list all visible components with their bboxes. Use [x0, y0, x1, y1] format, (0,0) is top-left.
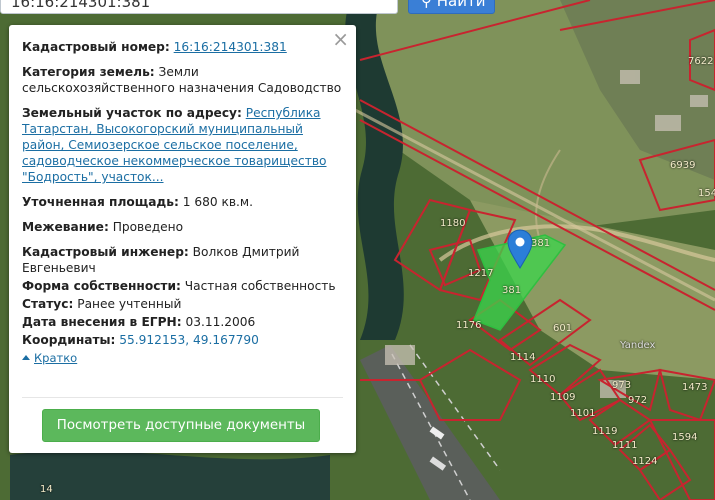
- area-label: Уточненная площадь:: [22, 195, 179, 209]
- parcel-label: 973: [612, 380, 632, 391]
- place-label: Yandex: [620, 340, 656, 351]
- engineer-label: Кадастровый инженер:: [22, 245, 189, 259]
- egrn-date-row: Дата внесения в ЕГРН: 03.11.2006: [22, 314, 342, 330]
- caret-up-icon: [22, 355, 30, 360]
- parcel-label: 1594: [672, 432, 698, 443]
- parcel-label: 1473: [682, 382, 708, 393]
- parcel-label: 7622: [688, 56, 714, 67]
- parcel-label: 6939: [670, 160, 696, 171]
- parcel-label: 1101: [570, 408, 596, 419]
- cadastral-number-row: Кадастровый номер: 16:16:214301:381: [22, 39, 342, 55]
- engineer-row: Кадастровый инженер: Волков Дмитрий Евге…: [22, 244, 342, 276]
- parcel-label: 1124: [632, 456, 658, 467]
- egrn-date-label: Дата внесения в ЕГРН:: [22, 315, 182, 329]
- parcel-label: 381: [502, 285, 522, 296]
- land-category-row: Категория земель: Земли сельскохозяйстве…: [22, 64, 342, 96]
- land-category-label: Категория земель:: [22, 65, 155, 79]
- parcel-label: 1111: [612, 440, 638, 451]
- survey-row: Межевание: Проведено: [22, 219, 342, 235]
- search-input[interactable]: 16:16:214301:381: [0, 0, 398, 14]
- status-value: Ранее учтенный: [77, 297, 182, 311]
- parcel-label: 601: [553, 323, 573, 334]
- divider: [22, 397, 343, 398]
- view-documents-button[interactable]: Посмотреть доступные документы: [42, 409, 320, 442]
- ownership-value: Частная собственность: [184, 279, 336, 293]
- status-label: Статус:: [22, 297, 74, 311]
- survey-label: Межевание:: [22, 220, 109, 234]
- parcel-label: 1109: [550, 392, 576, 403]
- ownership-row: Форма собственности: Частная собственнос…: [22, 278, 342, 294]
- coordinates-link[interactable]: 55.912153, 49.167790: [119, 333, 259, 347]
- cadastral-number-label: Кадастровый номер:: [22, 40, 170, 54]
- address-label: Земельный участок по адресу:: [22, 106, 242, 120]
- area-value: 1 680 кв.м.: [182, 195, 254, 209]
- search-icon: ⚲: [421, 0, 432, 10]
- collapse-toggle[interactable]: Кратко: [22, 350, 342, 366]
- parcel-label: 1176: [456, 320, 482, 331]
- address-row: Земельный участок по адресу: Республика …: [22, 105, 342, 185]
- parcel-label: 1119: [592, 426, 618, 437]
- parcel-label: 14: [40, 484, 53, 495]
- parcel-label: 1217: [468, 268, 494, 279]
- parcel-info-popup: × Кадастровый номер: 16:16:214301:381 Ка…: [9, 25, 356, 453]
- parcel-label: 1180: [440, 218, 466, 229]
- collapse-label: Кратко: [34, 351, 78, 365]
- cadastral-number-link[interactable]: 16:16:214301:381: [174, 40, 287, 54]
- search-button[interactable]: ⚲ Найти: [408, 0, 495, 14]
- survey-value: Проведено: [112, 220, 184, 234]
- ownership-label: Форма собственности:: [22, 279, 181, 293]
- parcel-label: 1110: [530, 374, 556, 385]
- close-icon[interactable]: ×: [332, 29, 349, 49]
- search-button-label: Найти: [436, 0, 486, 10]
- parcel-label: 1541: [698, 188, 715, 199]
- coordinates-label: Координаты:: [22, 333, 116, 347]
- egrn-date-value: 03.11.2006: [185, 315, 256, 329]
- parcel-label: 381: [531, 238, 551, 249]
- coordinates-row: Координаты: 55.912153, 49.167790: [22, 332, 342, 348]
- parcel-label: 1114: [510, 352, 536, 363]
- area-row: Уточненная площадь: 1 680 кв.м.: [22, 194, 342, 210]
- parcel-label: 972: [628, 395, 648, 406]
- status-row: Статус: Ранее учтенный: [22, 296, 342, 312]
